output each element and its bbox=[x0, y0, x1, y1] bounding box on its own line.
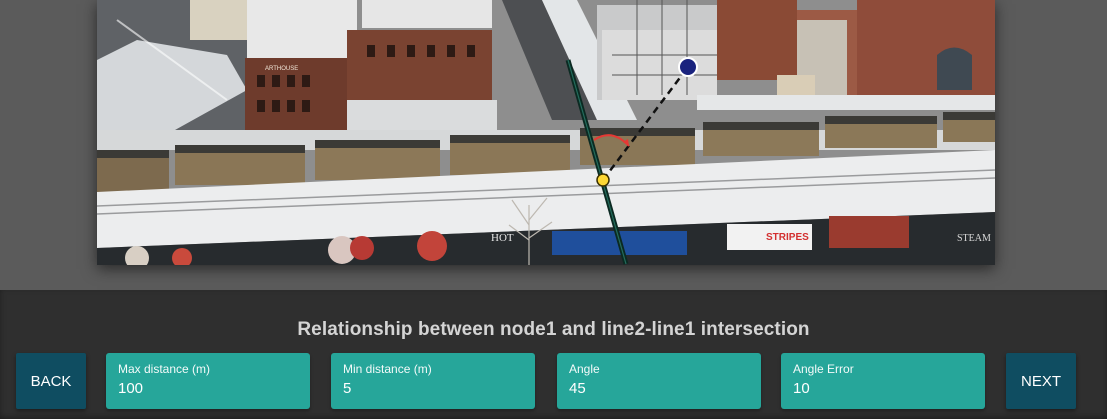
max-distance-input[interactable] bbox=[118, 380, 298, 397]
angle-error-label: Angle Error bbox=[793, 362, 854, 376]
stripes-sign: STRIPES bbox=[766, 232, 809, 243]
angle-field[interactable]: Angle bbox=[557, 353, 761, 409]
min-distance-input[interactable] bbox=[343, 380, 523, 397]
photo-canvas: ARTHOUSE HOT STRIPES STEAM bbox=[97, 0, 995, 265]
min-distance-label: Min distance (m) bbox=[343, 362, 432, 376]
angle-label: Angle bbox=[569, 362, 600, 376]
angle-error-field[interactable]: Angle Error bbox=[781, 353, 985, 409]
node1-marker[interactable] bbox=[678, 57, 698, 77]
angle-error-input[interactable] bbox=[793, 380, 973, 397]
building-sign: ARTHOUSE bbox=[265, 66, 298, 72]
intersection-marker[interactable] bbox=[596, 173, 610, 187]
steam-sign: STEAM bbox=[957, 233, 991, 244]
min-distance-field[interactable]: Min distance (m) bbox=[331, 353, 535, 409]
angle-input[interactable] bbox=[569, 380, 749, 397]
max-distance-label: Max distance (m) bbox=[118, 362, 211, 376]
back-button[interactable]: BACK bbox=[16, 353, 86, 409]
max-distance-field[interactable]: Max distance (m) bbox=[106, 353, 310, 409]
panel-title: Relationship between node1 and line2-lin… bbox=[297, 319, 810, 340]
aerial-photo: ARTHOUSE HOT STRIPES STEAM bbox=[97, 0, 995, 265]
image-viewer: ARTHOUSE HOT STRIPES STEAM bbox=[0, 0, 1107, 290]
hotel-sign: HOT bbox=[491, 232, 514, 244]
next-button[interactable]: NEXT bbox=[1006, 353, 1076, 409]
relationship-panel: Relationship between node1 and line2-lin… bbox=[0, 290, 1107, 419]
